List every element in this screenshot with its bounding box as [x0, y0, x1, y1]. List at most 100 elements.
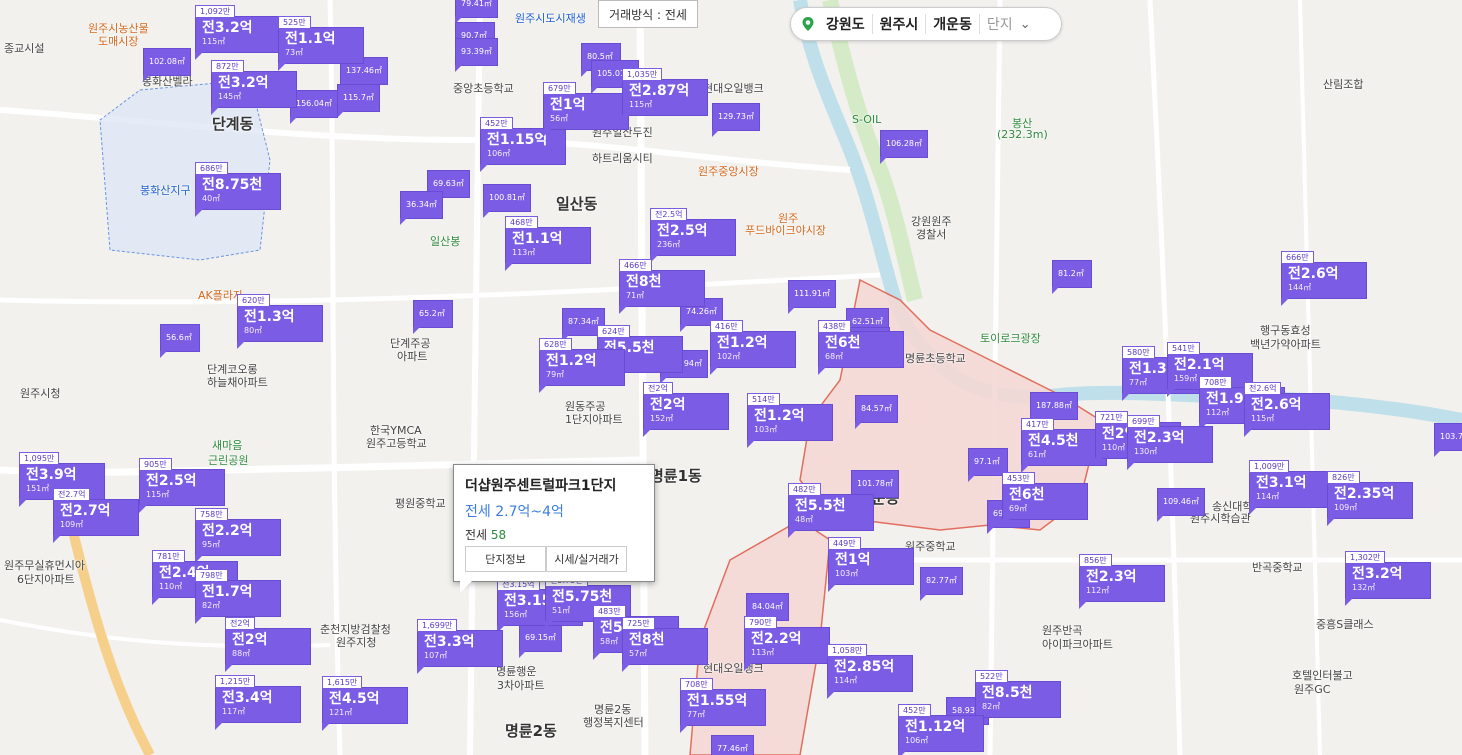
price-marker-body: 전5.5천 48㎡	[788, 494, 874, 538]
price-marker[interactable]: 전2.5억 전2.5억 236㎡	[650, 208, 736, 263]
price-marker[interactable]: 1,092만 전3.2억 115㎡	[195, 5, 281, 60]
area-marker[interactable]: 187.88㎡	[1030, 392, 1078, 426]
price-per-pyeong-tag: 전2.5억	[650, 208, 688, 221]
price-marker[interactable]: 416만 전1.2억 102㎡	[710, 320, 796, 375]
price-marker[interactable]: 758만 전2.2억 95㎡	[195, 508, 281, 563]
price-marker[interactable]: 856만 전2.3억 112㎡	[1079, 554, 1165, 609]
area-marker[interactable]: 111.91㎡	[788, 280, 836, 314]
price-marker-body: 전2.3억 130㎡	[1127, 426, 1213, 470]
jeonse-price: 전3.9억	[26, 467, 77, 483]
price-marker[interactable]: 466만 전8천 71㎡	[619, 259, 705, 314]
area-marker[interactable]: 102.08㎡	[143, 48, 191, 82]
price-marker[interactable]: 872만 전3.2억 145㎡	[211, 60, 297, 115]
area-marker[interactable]: 65.2㎡	[413, 300, 453, 334]
breadcrumb-city[interactable]: 원주시	[873, 14, 927, 34]
complex-info-button[interactable]: 단지정보	[465, 546, 546, 572]
unit-area: 71㎡	[626, 291, 645, 300]
map-canvas[interactable]: 단계동 일산동 개운동 명륜1동 명륜2동 원주시도시재생 봉화산지구 원주시농산물 도매시장 원…	[0, 0, 1462, 755]
price-marker[interactable]: 679만 전1억 56㎡	[543, 82, 629, 137]
price-marker[interactable]: 전2.7억 전2.7억 109㎡	[53, 488, 139, 543]
price-marker[interactable]: 628만 전1.2억 79㎡	[539, 338, 625, 393]
place-label: 새마음	[212, 439, 243, 452]
price-marker[interactable]: 525만 전1.1억 73㎡	[278, 16, 364, 71]
area-marker[interactable]: 109.46㎡	[1157, 488, 1205, 522]
price-marker[interactable]: 453만 전6천 69㎡	[1002, 472, 1088, 527]
area-marker[interactable]: 56.6㎡	[160, 324, 200, 358]
price-marker[interactable]: 전2.6억 전2.6억 115㎡	[1244, 382, 1330, 437]
price-marker[interactable]: 686만 전8.75천 40㎡	[195, 162, 281, 217]
area-marker[interactable]: 79.41㎡	[455, 0, 498, 24]
price-marker[interactable]: 468만 전1.1억 113㎡	[505, 216, 591, 271]
jeonse-price: 전5.75천	[552, 589, 613, 605]
price-per-pyeong-tag: 1,095만	[19, 452, 60, 465]
complex-title[interactable]: 더샵원주센트럴파크1단지	[465, 475, 643, 495]
area-marker[interactable]: 100.81㎡	[483, 184, 531, 218]
area-marker[interactable]: 36.34㎡	[400, 191, 443, 225]
price-marker[interactable]: 699만 전2.3억 130㎡	[1127, 415, 1213, 470]
price-marker[interactable]: 790만 전2.2억 113㎡	[744, 616, 830, 671]
unit-area: 132㎡	[1352, 583, 1376, 592]
price-marker[interactable]: 522만 전8.5천 82㎡	[975, 670, 1061, 725]
area-marker[interactable]: 106.28㎡	[880, 130, 928, 164]
place-label: 아파트	[397, 350, 428, 363]
price-per-pyeong-tag: 1,302만	[1345, 551, 1386, 564]
area-marker[interactable]: 103.7㎡	[1434, 423, 1462, 457]
price-per-pyeong-tag: 624만	[597, 325, 630, 338]
breadcrumb-province[interactable]: 강원도	[819, 14, 873, 34]
jeonse-price: 전1.2억	[717, 335, 768, 351]
price-marker[interactable]: 1,009만 전3.1억 114㎡	[1249, 460, 1335, 515]
price-marker[interactable]: 725만 전8천 57㎡	[622, 617, 708, 672]
breadcrumb-complex-select[interactable]: 단지	[980, 14, 1020, 34]
price-marker[interactable]: 905만 전2.5억 115㎡	[139, 458, 225, 513]
jeonse-price: 전3.2억	[218, 75, 269, 91]
unit-area: 88㎡	[232, 649, 251, 658]
price-marker-body: 전1.55억 77㎡	[680, 689, 766, 733]
breadcrumb-dong[interactable]: 개운동	[926, 14, 980, 34]
price-marker[interactable]: 1,035만 전2.87억 115㎡	[622, 68, 708, 123]
price-marker[interactable]: 620만 전1.3억 80㎡	[237, 294, 323, 349]
unit-area: 112㎡	[1086, 586, 1110, 595]
price-marker-body: 전3.2억 132㎡	[1345, 562, 1431, 606]
area-marker[interactable]: 93.39㎡	[455, 38, 498, 72]
price-marker[interactable]: 1,058만 전2.85억 114㎡	[827, 644, 913, 699]
price-marker[interactable]: 826만 전2.35억 109㎡	[1327, 471, 1413, 526]
price-marker[interactable]: 449만 전1억 103㎡	[828, 537, 914, 592]
price-marker[interactable]: 전2억 전2억 152㎡	[643, 382, 729, 437]
price-marker[interactable]: 666만 전2.6억 144㎡	[1281, 251, 1367, 306]
chevron-down-icon[interactable]: ⌄	[1020, 17, 1031, 32]
place-label: 토이로크광장	[980, 332, 1041, 345]
area-marker[interactable]: 81.2㎡	[1052, 260, 1092, 294]
place-label: 행정복지센터	[583, 716, 644, 729]
price-marker[interactable]: 452만 전1.12억 106㎡	[898, 704, 984, 755]
area-marker[interactable]: 156.04㎡	[290, 90, 338, 124]
market-price-button[interactable]: 시세/실거래가	[546, 546, 627, 572]
price-marker[interactable]: 1,699만 전3.3억 107㎡	[417, 619, 503, 674]
price-per-pyeong-tag: 725만	[622, 617, 655, 630]
price-marker[interactable]: 798만 전1.7억 82㎡	[195, 569, 281, 624]
area-marker[interactable]: 129.73㎡	[712, 103, 760, 137]
unit-area: 77㎡	[687, 710, 706, 719]
unit-area: 113㎡	[751, 648, 775, 657]
price-marker[interactable]: 438만 전6천 68㎡	[818, 320, 904, 375]
price-marker[interactable]: 482만 전5.5천 48㎡	[788, 483, 874, 538]
area-marker[interactable]: 77.46㎡	[711, 735, 754, 755]
area-marker[interactable]: 69.15㎡	[519, 624, 562, 658]
unit-area: 115㎡	[629, 100, 653, 109]
price-marker[interactable]: 708만 전1.55억 77㎡	[680, 678, 766, 733]
price-marker-body: 전1억 56㎡	[543, 93, 629, 137]
price-marker-body: 전2.87억 115㎡	[622, 79, 708, 123]
jeonse-price: 전2.87억	[629, 83, 690, 99]
price-per-pyeong-tag: 1,215만	[215, 675, 256, 688]
price-marker[interactable]: 514만 전1.2억 103㎡	[747, 393, 833, 448]
area-marker[interactable]: 84.57㎡	[855, 395, 898, 429]
jeonse-price: 전1.1억	[285, 31, 336, 47]
price-marker[interactable]: 1,615만 전4.5억 121㎡	[322, 676, 408, 731]
unit-area: 114㎡	[834, 676, 858, 685]
price-marker[interactable]: 전2억 전2억 88㎡	[225, 617, 311, 672]
price-per-pyeong-tag: 580만	[1122, 346, 1155, 359]
place-label: 종교시설	[4, 42, 45, 55]
area-marker[interactable]: 82.77㎡	[920, 567, 963, 601]
area-marker[interactable]: 115.7㎡	[337, 84, 380, 118]
price-marker[interactable]: 1,215만 전3.4억 117㎡	[215, 675, 301, 730]
price-marker[interactable]: 1,302만 전3.2억 132㎡	[1345, 551, 1431, 606]
